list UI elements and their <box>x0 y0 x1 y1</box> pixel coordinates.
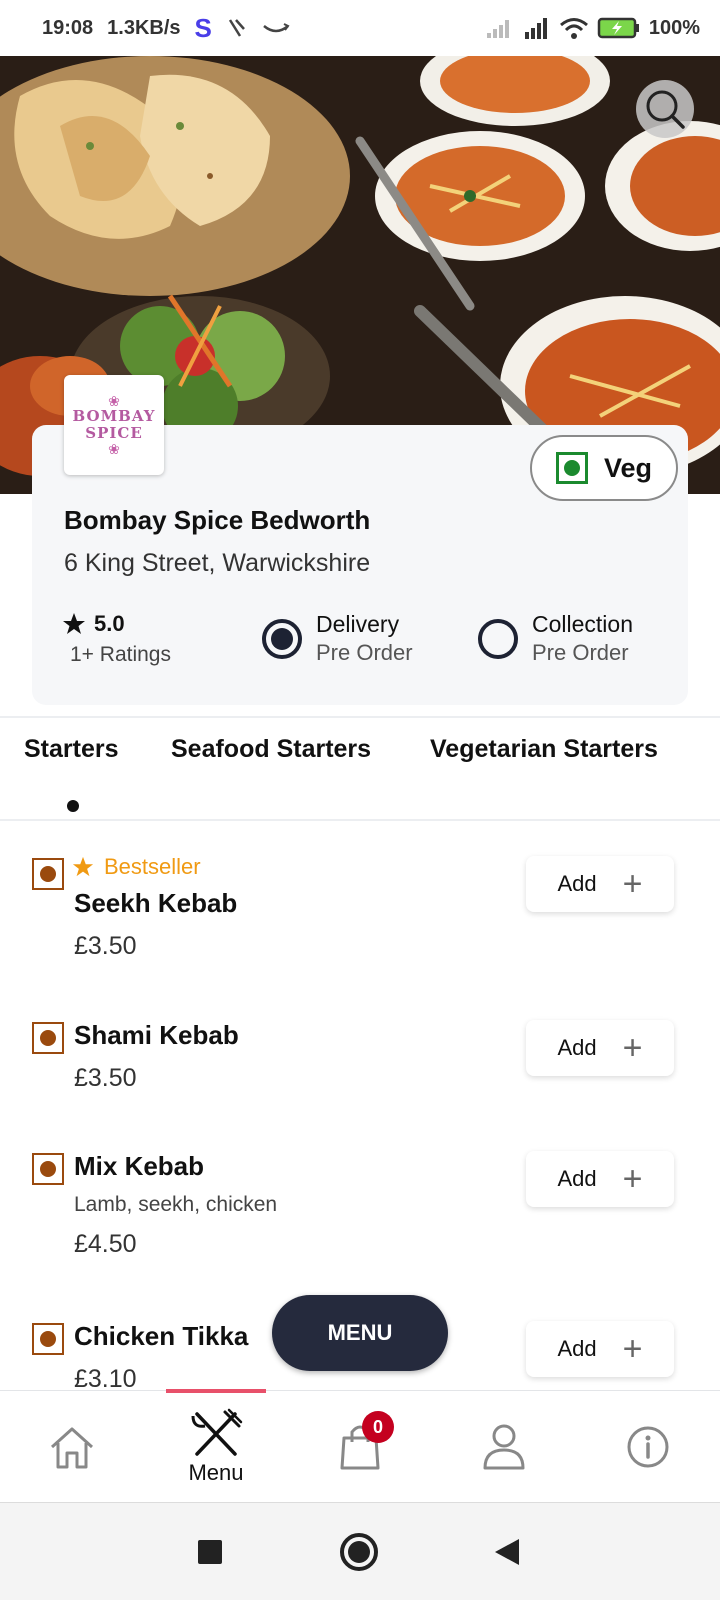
plus-icon: + <box>622 1330 643 1368</box>
divider <box>0 716 720 718</box>
bestseller-label: Bestseller <box>104 854 201 879</box>
add-label: Add <box>557 1035 597 1060</box>
back-button[interactable] <box>484 1529 530 1575</box>
status-battery: 100% <box>648 16 700 39</box>
home-system-icon <box>340 1533 378 1571</box>
bestseller-badge: Bestseller <box>72 854 201 880</box>
add-button[interactable]: Add + <box>526 1151 674 1207</box>
menu-fab-button[interactable]: MENU <box>272 1295 448 1371</box>
nav-info[interactable] <box>598 1391 698 1503</box>
restaurant-address: 6 King Street, Warwickshire <box>64 549 371 577</box>
menu-icon <box>191 1408 243 1456</box>
star-icon <box>63 613 85 634</box>
non-veg-icon <box>32 1153 64 1185</box>
delivery-title: Delivery <box>316 611 400 637</box>
bottom-nav: Menu 0 <box>0 1389 720 1503</box>
nav-menu[interactable]: Menu <box>166 1391 266 1503</box>
restaurant-logo: ❀ BOMBAY SPICE ❀ <box>64 375 164 475</box>
profile-icon <box>483 1424 525 1470</box>
delivery-option[interactable]: Delivery Pre Order <box>262 611 413 666</box>
bestseller-star-icon <box>72 856 94 877</box>
logo-line1: BOMBAY <box>72 407 156 425</box>
status-time: 19:08 <box>42 16 94 39</box>
nav-cart[interactable]: 0 <box>310 1391 410 1503</box>
item-name: Mix Kebab <box>74 1151 205 1181</box>
search-icon <box>646 90 685 129</box>
restaurant-name: Bombay Spice Bedworth <box>64 505 371 535</box>
non-veg-icon <box>32 1022 64 1054</box>
app-notification-icon: S <box>194 12 212 43</box>
back-icon <box>495 1539 519 1565</box>
wifi-icon <box>559 18 588 39</box>
notification-icon <box>228 19 245 37</box>
home-icon <box>50 1427 94 1469</box>
rating-value: 5.0 <box>94 611 125 636</box>
rating-block: 5.0 1+ Ratings <box>62 611 171 667</box>
add-label: Add <box>557 871 597 896</box>
collection-option[interactable]: Collection Pre Order <box>478 611 633 666</box>
status-bar: 19:08 1.3KB/s S 100% <box>0 0 720 56</box>
system-nav-bar <box>0 1502 720 1600</box>
signal-weak-icon <box>486 20 509 38</box>
nav-profile[interactable] <box>454 1391 554 1503</box>
add-button[interactable]: Add + <box>526 1321 674 1377</box>
tab-vegetarian-starters[interactable]: Vegetarian Starters <box>430 735 658 764</box>
add-button[interactable]: Add + <box>526 1020 674 1076</box>
delivery-radio[interactable] <box>262 618 302 659</box>
nav-menu-label: Menu <box>188 1460 244 1485</box>
veg-label: Veg <box>603 452 653 483</box>
add-label: Add <box>557 1166 597 1191</box>
amazon-icon <box>263 23 290 33</box>
non-veg-icon <box>32 1323 64 1355</box>
plus-icon: + <box>622 865 643 903</box>
veg-icon <box>555 452 588 484</box>
item-price: £4.50 <box>74 1230 137 1258</box>
add-label: Add <box>557 1336 597 1361</box>
info-icon <box>627 1426 669 1468</box>
item-name: Seekh Kebab <box>74 888 238 918</box>
item-name: Shami Kebab <box>74 1020 239 1050</box>
logo-line2: SPICE <box>85 424 143 442</box>
battery-icon <box>597 17 639 39</box>
restaurant-info-card: ❀ BOMBAY SPICE ❀ Veg Bombay Spice Bedwor… <box>32 375 688 705</box>
tab-starters[interactable]: Starters <box>24 735 119 764</box>
collection-radio[interactable] <box>478 618 518 659</box>
divider <box>0 819 720 821</box>
active-tab-indicator <box>67 800 79 812</box>
recents-icon <box>198 1540 222 1564</box>
cart-count-badge: 0 <box>362 1411 394 1443</box>
item-description: Lamb, seekh, chicken <box>74 1193 278 1216</box>
status-net-speed: 1.3KB/s <box>107 16 181 39</box>
delivery-subtitle: Pre Order <box>316 640 413 665</box>
recents-button[interactable] <box>187 1529 233 1575</box>
signal-icon <box>524 18 547 39</box>
item-name: Chicken Tikka <box>74 1321 249 1351</box>
veg-filter-toggle[interactable]: Veg <box>530 435 678 501</box>
item-price: £3.50 <box>74 1064 137 1092</box>
plus-icon: + <box>622 1160 643 1198</box>
item-price: £3.50 <box>74 932 137 960</box>
rating-count: 1+ Ratings <box>70 643 171 666</box>
add-button[interactable]: Add + <box>526 856 674 912</box>
category-tabs: Starters Seafood Starters Vegetarian Sta… <box>0 735 720 815</box>
home-system-button[interactable] <box>336 1529 382 1575</box>
non-veg-icon <box>32 858 64 890</box>
search-button[interactable] <box>636 80 694 138</box>
collection-subtitle: Pre Order <box>532 640 629 665</box>
collection-title: Collection <box>532 611 633 637</box>
plus-icon: + <box>622 1029 643 1067</box>
tab-seafood-starters[interactable]: Seafood Starters <box>171 735 371 764</box>
nav-home[interactable] <box>22 1391 122 1503</box>
